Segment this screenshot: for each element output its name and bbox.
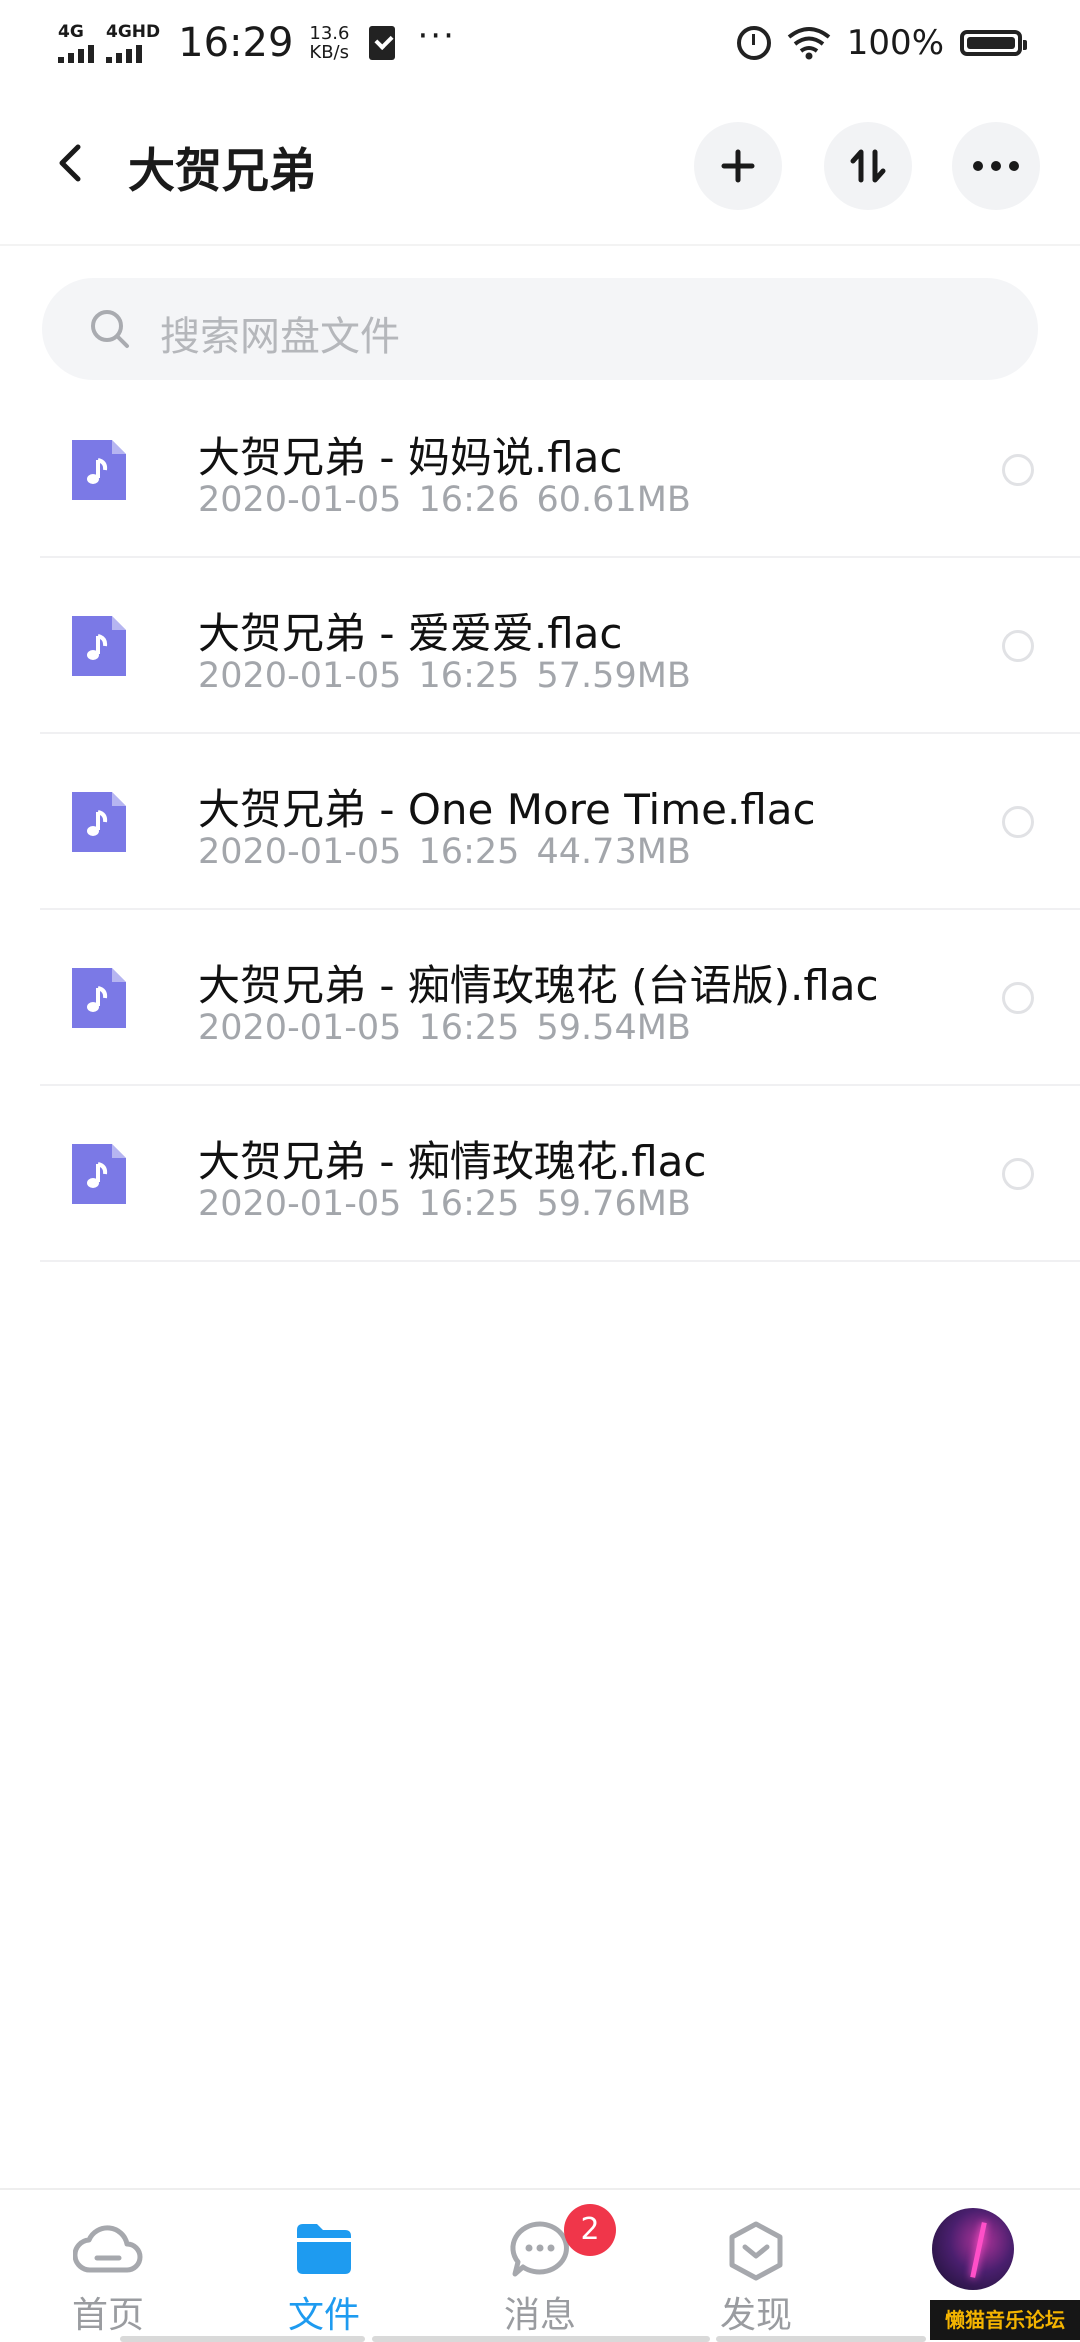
add-button[interactable] [694,122,782,210]
file-row[interactable]: 大贺兄弟 - 爱爱爱.flac 2020-01-05 16:25 57.59MB [0,558,1080,734]
wifi-icon [787,27,831,60]
search-bar[interactable]: 搜索网盘文件 [42,278,1038,380]
network-speed: 13.6 KB/s [309,24,349,62]
scroll-indicator [120,2336,365,2342]
file-name: 大贺兄弟 - 痴情玫瑰花.flac [198,1137,707,1186]
watermark: 懒猫音乐论坛 [930,2300,1080,2340]
cloud-icon [73,2225,143,2273]
nav-discover-label: 发现 [719,2295,792,2336]
select-radio[interactable] [1002,982,1034,1014]
file-row[interactable]: 大贺兄弟 - 痴情玫瑰花.flac 2020-01-05 16:25 59.76M… [0,1086,1080,1262]
file-name: 大贺兄弟 - 痴情玫瑰花 (台语版).flac [198,961,879,1010]
scroll-indicator [716,2336,926,2342]
nav-messages[interactable]: 2 消息 [432,2190,648,2342]
clipboard-check-icon [369,26,396,60]
plus-icon [721,149,755,183]
back-icon[interactable] [50,141,94,185]
music-file-icon [72,1144,126,1204]
file-row[interactable]: 大贺兄弟 - One More Time.flac 2020-01-05 16:2… [0,734,1080,910]
sort-button[interactable] [824,122,912,210]
more-button[interactable] [952,122,1040,210]
more-icon [973,161,1019,171]
nav-files[interactable]: 文件 [216,2190,432,2342]
header-divider [0,244,1080,246]
nav-files-label: 文件 [287,2295,360,2336]
row-divider [40,1260,1080,1262]
file-meta: 2020-01-05 16:25 44.73MB [198,832,691,872]
nav-messages-label: 消息 [503,2295,576,2336]
file-name: 大贺兄弟 - 妈妈说.flac [198,433,623,482]
file-name: 大贺兄弟 - 爱爱爱.flac [198,609,623,658]
select-radio[interactable] [1002,806,1034,838]
file-list: 大贺兄弟 - 妈妈说.flac 2020-01-05 16:26 60.61MB 大… [0,382,1080,1262]
search-icon [91,310,129,348]
battery-icon [960,30,1027,56]
music-file-icon [72,440,126,500]
file-meta: 2020-01-05 16:26 60.61MB [198,480,691,520]
file-meta: 2020-01-05 16:25 59.76MB [198,1184,691,1224]
discover-icon [729,2221,783,2281]
network-label-2: 4GHD [106,21,161,42]
battery-percent: 100% [846,23,944,63]
chat-icon [510,2221,569,2277]
status-bar: 4G 4GHD 16:29 13.6 KB/s ··· 100% [0,0,1080,86]
file-name: 大贺兄弟 - One More Time.flac [198,785,816,834]
nav-home[interactable]: 首页 [0,2190,216,2342]
music-file-icon [72,968,126,1028]
more-notifications-icon: ··· [417,16,456,56]
signal-1-icon: 4G [58,21,94,63]
search-placeholder: 搜索网盘文件 [160,314,400,360]
sort-icon [850,149,886,183]
signal-2-icon: 4GHD [106,21,161,63]
file-meta: 2020-01-05 16:25 59.54MB [198,1008,691,1048]
music-file-icon [72,792,126,852]
speed-value: 13.6 [309,23,350,44]
file-row[interactable]: 大贺兄弟 - 妈妈说.flac 2020-01-05 16:26 60.61MB [0,382,1080,558]
select-radio[interactable] [1002,454,1034,486]
bottom-nav: 首页 文件 2 消息 发现 [0,2188,1080,2342]
message-badge: 2 [564,2204,616,2256]
page-title: 大贺兄弟 [128,144,316,199]
file-row[interactable]: 大贺兄弟 - 痴情玫瑰花 (台语版).flac 2020-01-05 16:25 … [0,910,1080,1086]
file-meta: 2020-01-05 16:25 57.59MB [198,656,691,696]
nav-home-label: 首页 [71,2295,144,2336]
avatar[interactable] [932,2208,1014,2290]
alarm-icon [736,26,771,60]
nav-discover[interactable]: 发现 [648,2190,864,2342]
select-radio[interactable] [1002,1158,1034,1190]
scroll-indicator [372,2336,710,2342]
folder-icon [297,2224,351,2274]
music-file-icon [72,616,126,676]
select-radio[interactable] [1002,630,1034,662]
network-label-1: 4G [58,21,84,42]
header: 大贺兄弟 [0,96,1080,236]
speed-unit: KB/s [309,42,350,63]
status-time: 16:29 [178,20,294,66]
